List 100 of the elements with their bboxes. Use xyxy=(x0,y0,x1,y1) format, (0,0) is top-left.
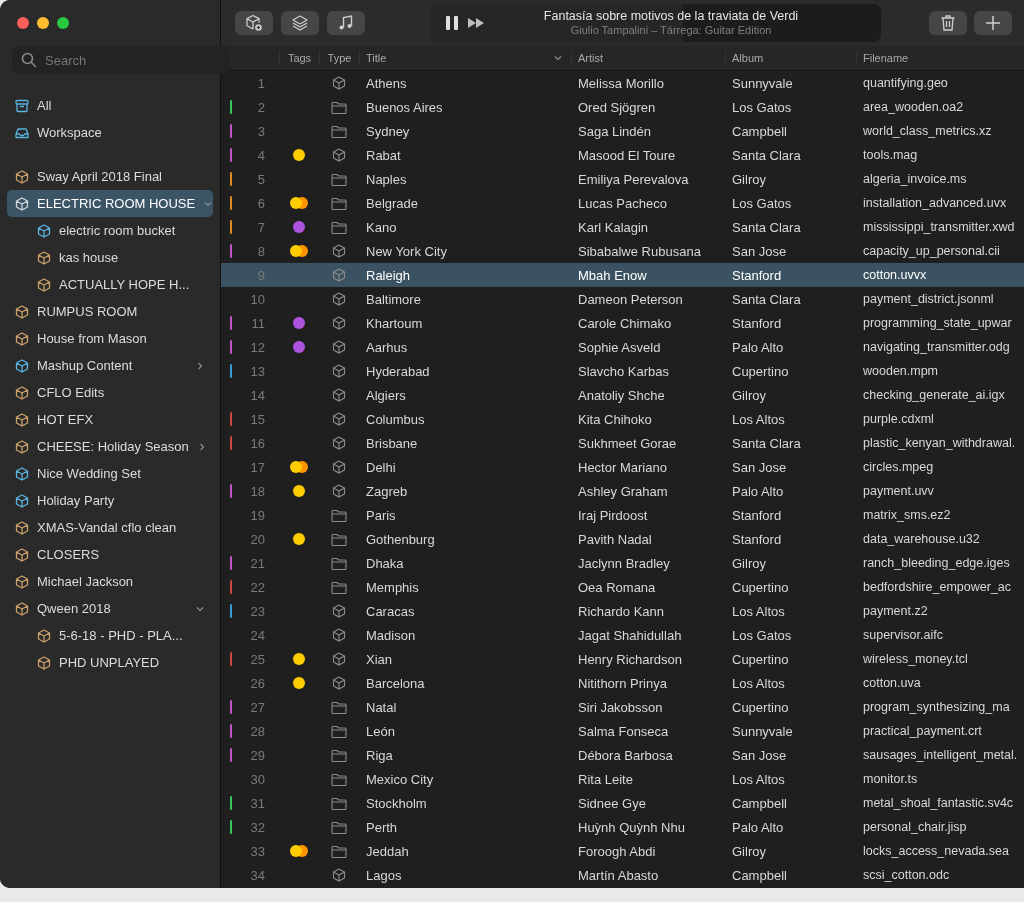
artist-cell-text: Sukhmeet Gorae xyxy=(577,435,678,451)
sidebar-item[interactable]: PHD UNPLAYED xyxy=(7,649,213,676)
table-row[interactable]: 30 Mexico City Rita Leite Los Altos monitor.ts xyxy=(221,767,1024,791)
table-row[interactable]: 29 Riga Débora Barbosa San Jose sausages_intelligent_metal. xyxy=(221,743,1024,767)
sidebar-item[interactable]: CLOSERS xyxy=(7,541,213,568)
cube-plus-icon xyxy=(245,14,263,32)
table-row[interactable]: 5 Naples Emiliya Perevalova Gilroy algeria_invoice.ms xyxy=(221,167,1024,191)
sidebar-item[interactable]: Workspace xyxy=(7,119,213,146)
artist-cell-text: Nitithorn Prinya xyxy=(577,675,668,691)
artist-cell-text: Sophie Asveld xyxy=(577,339,662,355)
table-row[interactable]: 6 Belgrade Lucas Pacheco Los Gatos installation_advanced.uvx xyxy=(221,191,1024,215)
sidebar-item[interactable]: electric room bucket xyxy=(7,217,213,244)
table-row[interactable]: 34 Lagos Martín Abasto Campbell scsi_cotton.odc xyxy=(221,863,1024,887)
archive-box-icon xyxy=(15,98,29,113)
sidebar-item[interactable]: CHEESE: Holiday Season xyxy=(7,433,213,460)
toolbar-button[interactable] xyxy=(235,11,273,35)
column-header[interactable]: Tags xyxy=(279,51,319,65)
row-number: 8 xyxy=(257,243,265,259)
table-row[interactable]: 19 Paris Iraj Pirdoost Stanford matrix_sms.ez2 xyxy=(221,503,1024,527)
toolbar-button[interactable] xyxy=(281,11,319,35)
table-row[interactable]: 8 New York City Sibabalwe Rubusana San Jose capacity_up_personal.cii xyxy=(221,239,1024,263)
toolbar-button[interactable] xyxy=(929,11,967,35)
table-row[interactable]: 31 Stockholm Sidnee Gye Campbell metal_shoal_fantastic.sv4c xyxy=(221,791,1024,815)
album-cell-text: San Jose xyxy=(731,459,788,475)
table-row[interactable]: 2 Buenos Aires Ored Sjögren Los Gatos area_wooden.oa2 xyxy=(221,95,1024,119)
album-cell-text: San Jose xyxy=(731,747,788,763)
sidebar-item[interactable]: Michael Jackson xyxy=(7,568,213,595)
table-row[interactable]: 18 Zagreb Ashley Graham Palo Alto payment.uvv xyxy=(221,479,1024,503)
column-header[interactable]: Title xyxy=(359,51,571,65)
table-row[interactable]: 27 Natal Siri Jakobsson Cupertino program_synthesizing_ma xyxy=(221,695,1024,719)
close-button[interactable] xyxy=(17,17,29,29)
table-row[interactable]: 22 Memphis Oea Romana Cupertino bedfordshire_empower_ac xyxy=(221,575,1024,599)
table-row[interactable]: 28 León Salma Fonseca Sunnyvale practical_payment.crt xyxy=(221,719,1024,743)
sidebar-item[interactable]: CFLO Edits xyxy=(7,379,213,406)
table-row[interactable]: 11 Khartoum Carole Chimako Stanford programming_state_upwar xyxy=(221,311,1024,335)
sidebar-item[interactable]: Sway April 2018 Final xyxy=(7,163,213,190)
chevron-right-icon[interactable] xyxy=(195,360,205,371)
toolbar-button[interactable] xyxy=(327,11,365,35)
column-header[interactable]: Album xyxy=(725,51,856,65)
table-row[interactable]: 9 Raleigh Mbah Enow Stanford cotton.uvvx xyxy=(221,263,1024,287)
table-row[interactable]: 15 Columbus Kita Chihoko Los Altos purple.cdxml xyxy=(221,407,1024,431)
table-row[interactable]: 1 Athens Melissa Morillo Sunnyvale quantifying.geo xyxy=(221,71,1024,95)
column-header[interactable]: Type xyxy=(319,51,359,65)
toolbar-button[interactable] xyxy=(974,11,1012,35)
artist-cell-text: Masood El Toure xyxy=(577,147,677,163)
table-row[interactable]: 21 Dhaka Jaclynn Bradley Gilroy ranch_bleeding_edge.iges xyxy=(221,551,1024,575)
album-cell-text: Los Altos xyxy=(731,603,786,619)
minimize-button[interactable] xyxy=(37,17,49,29)
row-number: 28 xyxy=(250,723,265,739)
table-row[interactable]: 12 Aarhus Sophie Asveld Palo Alto navigating_transmitter.odg xyxy=(221,335,1024,359)
search-field[interactable]: Search xyxy=(12,46,230,74)
album-cell-text: Stanford xyxy=(731,531,783,547)
artist-cell-text: Jagat Shahidullah xyxy=(577,627,683,643)
column-header[interactable]: Filename xyxy=(856,51,1024,65)
table-row[interactable]: 14 Algiers Anatoliy Shche Gilroy checking_generate_ai.igx xyxy=(221,383,1024,407)
title-cell-text: Caracas xyxy=(365,603,416,619)
column-header[interactable]: Artist xyxy=(571,51,725,65)
zoom-button[interactable] xyxy=(57,17,69,29)
table-row[interactable]: 20 Gothenburg Pavith Nadal Stanford data_warehouse.u32 xyxy=(221,527,1024,551)
table-row[interactable]: 16 Brisbane Sukhmeet Gorae Santa Clara plastic_kenyan_withdrawal. xyxy=(221,431,1024,455)
sidebar-item[interactable]: HOT EFX xyxy=(7,406,213,433)
table-row[interactable]: 10 Baltimore Dameon Peterson Santa Clara payment_district.jsonml xyxy=(221,287,1024,311)
sidebar-item[interactable]: RUMPUS ROOM xyxy=(7,298,213,325)
table-row[interactable]: 25 Xian Henry Richardson Cupertino wireless_money.tcl xyxy=(221,647,1024,671)
title-cell-text: Rabat xyxy=(365,147,402,163)
album-cell-text: San Jose xyxy=(731,243,788,259)
table-row[interactable]: 33 Jeddah Foroogh Abdi Gilroy locks_access_nevada.sea xyxy=(221,839,1024,863)
filename-cell-text: cotton.uva xyxy=(862,676,922,690)
table-row[interactable]: 17 Delhi Hector Mariano San Jose circles.mpeg xyxy=(221,455,1024,479)
table-row[interactable]: 4 Rabat Masood El Toure Santa Clara tools.mag xyxy=(221,143,1024,167)
artist-cell-text: Sibabalwe Rubusana xyxy=(577,243,702,259)
table-row[interactable]: 7 Kano Karl Kalagin Santa Clara mississippi_transmitter.xwd xyxy=(221,215,1024,239)
table-row[interactable]: 13 Hyderabad Slavcho Karbas Cupertino wooden.mpm xyxy=(221,359,1024,383)
title-cell-text: Paris xyxy=(365,507,397,523)
sidebar-item[interactable]: Qween 2018 xyxy=(7,595,213,622)
album-cell-text: Stanford xyxy=(731,507,783,523)
sidebar-item[interactable]: kas house xyxy=(7,244,213,271)
artist-cell-text: Débora Barbosa xyxy=(577,747,674,763)
sidebar-item[interactable]: ACTUALLY HOPE H... xyxy=(7,271,213,298)
sidebar-item[interactable]: Holiday Party xyxy=(7,487,213,514)
sidebar-item[interactable]: House from Mason xyxy=(7,325,213,352)
table-row[interactable]: 3 Sydney Saga Lindén Campbell world_class_metrics.xz xyxy=(221,119,1024,143)
sidebar-item[interactable]: Nice Wedding Set xyxy=(7,460,213,487)
table-row[interactable]: 26 Barcelona Nitithorn Prinya Los Altos cotton.uva xyxy=(221,671,1024,695)
table-row[interactable]: 32 Perth Huỳnh Quỳnh Nhu Palo Alto personal_chair.jisp xyxy=(221,815,1024,839)
filename-cell-text: mississippi_transmitter.xwd xyxy=(862,220,1016,234)
sidebar-item[interactable]: 5-6-18 - PHD - PLA... xyxy=(7,622,213,649)
filename-cell-text: locks_access_nevada.sea xyxy=(862,844,1010,858)
filename-cell-text: scsi_cotton.odc xyxy=(862,868,951,882)
row-number: 25 xyxy=(250,651,265,667)
album-cell-text: Campbell xyxy=(731,795,788,811)
pause-button[interactable] xyxy=(443,13,461,33)
album-cell-text: Gilroy xyxy=(731,171,767,187)
sidebar-item[interactable]: Mashup Content xyxy=(7,352,213,379)
artist-cell-text: Hector Mariano xyxy=(577,459,668,475)
table-row[interactable]: 24 Madison Jagat Shahidullah Los Gatos supervisor.aifc xyxy=(221,623,1024,647)
sidebar-item[interactable]: All xyxy=(7,92,213,119)
table-row[interactable]: 23 Caracas Richardo Kann Los Altos payment.z2 xyxy=(221,599,1024,623)
sidebar-item[interactable]: ELECTRIC ROOM HOUSE xyxy=(7,190,213,217)
sidebar-item[interactable]: XMAS-Vandal cflo clean xyxy=(7,514,213,541)
